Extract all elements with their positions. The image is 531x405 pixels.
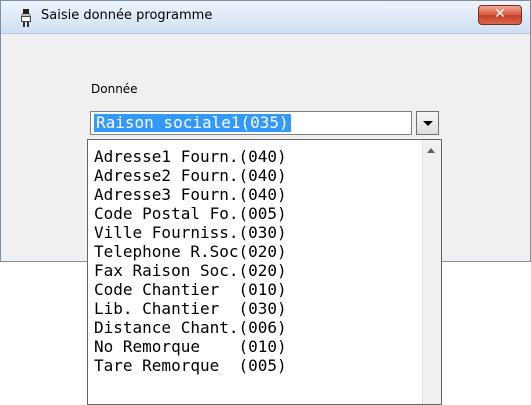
list-item[interactable]: Adresse2 Fourn.(040) [94,166,400,185]
window-title: Saisie donnée programme [41,8,213,23]
selected-value[interactable]: Raison sociale1(035) [94,114,291,132]
donnee-combobox-field[interactable]: Raison sociale1(035) [90,111,412,135]
list-item[interactable]: Fax Raison Soc.(020) [94,261,400,280]
dropdown-list[interactable]: Adresse1 Fourn.(040) Adresse2 Fourn.(040… [87,139,442,405]
donnee-combobox[interactable]: Raison sociale1(035) [90,111,442,135]
title-bar[interactable]: Saisie donnée programme ✕ [1,1,530,34]
person-icon [21,9,31,27]
list-item[interactable]: Code Postal Fo.(005) [94,204,400,223]
list-item[interactable]: Adresse3 Fourn.(040) [94,185,400,204]
list-item[interactable]: Tare Remorque (005) [94,356,400,375]
list-item[interactable]: Ville Fourniss.(030) [94,223,400,242]
list-item[interactable]: Lib. Chantier (030) [94,299,400,318]
close-icon: ✕ [494,6,506,22]
list-item[interactable]: Distance Chant.(006) [94,318,400,337]
list-item[interactable]: Adresse1 Fourn.(040) [94,147,400,166]
list-item[interactable]: Telephone R.Soc(020) [94,242,400,261]
dropdown-items: Adresse1 Fourn.(040) Adresse2 Fourn.(040… [94,147,400,375]
chevron-down-icon[interactable] [416,111,439,135]
dropdown-scrollbar[interactable] [422,140,441,404]
scroll-up-icon[interactable] [425,145,439,157]
close-button[interactable]: ✕ [478,5,522,25]
list-item[interactable]: No Remorque (010) [94,337,400,356]
field-label-donnee: Donnée [91,82,138,96]
list-item[interactable]: Code Chantier (010) [94,280,400,299]
